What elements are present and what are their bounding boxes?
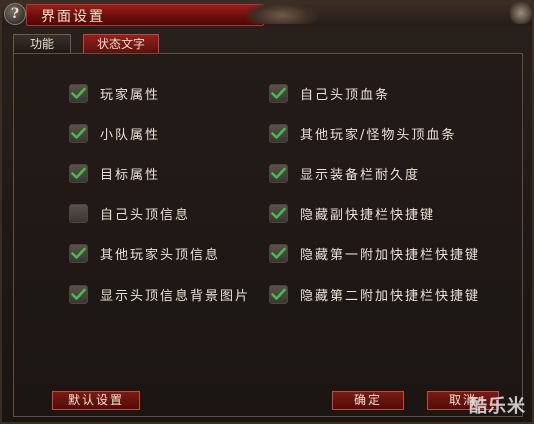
checkbox-checked[interactable]: [269, 243, 288, 263]
checkmark-icon: [71, 247, 86, 260]
option-row-right-2[interactable]: 其他玩家/怪物头顶血条: [269, 122, 456, 144]
option-label: 显示装备栏耐久度: [300, 167, 421, 183]
checkmark-icon: [271, 127, 286, 140]
tab-status-text[interactable]: 状态文字: [83, 34, 159, 53]
title-bar[interactable]: ? 界面设置: [2, 2, 532, 26]
checkmark-icon: [71, 87, 86, 100]
option-label: 目标属性: [100, 167, 161, 183]
tab-function[interactable]: 功能: [13, 34, 71, 53]
option-label: 玩家属性: [100, 87, 161, 103]
checkbox-checked[interactable]: [69, 284, 88, 304]
checkmark-icon: [271, 288, 286, 301]
checkbox-checked[interactable]: [69, 243, 88, 263]
checkbox-checked[interactable]: [269, 163, 288, 183]
option-label: 小队属性: [100, 127, 161, 143]
help-icon[interactable]: ?: [4, 3, 26, 25]
option-label: 其他玩家/怪物头顶血条: [300, 127, 457, 143]
checkbox-checked[interactable]: [69, 163, 88, 183]
option-label: 隐藏第一附加快捷栏快捷键: [300, 247, 481, 263]
checkmark-icon: [271, 167, 286, 180]
checkbox-checked[interactable]: [269, 284, 288, 304]
checkbox-checked[interactable]: [269, 123, 288, 143]
option-label: 自己头顶血条: [300, 87, 391, 103]
option-row-left-1[interactable]: 玩家属性: [69, 82, 160, 104]
option-row-right-1[interactable]: 自己头顶血条: [269, 82, 390, 104]
checkmark-icon: [271, 247, 286, 260]
option-label: 隐藏副快捷栏快捷键: [300, 207, 436, 223]
checkbox-checked[interactable]: [269, 83, 288, 103]
dragon-ornament-icon: [247, 2, 317, 24]
option-row-right-6[interactable]: 隐藏第二附加快捷栏快捷键: [269, 283, 480, 305]
option-row-left-5[interactable]: 其他玩家头顶信息: [69, 242, 220, 264]
checkbox-checked[interactable]: [69, 123, 88, 143]
title-plate: 界面设置: [26, 4, 264, 26]
corner-ornament-icon: [510, 2, 532, 24]
checkmark-icon: [271, 207, 286, 220]
option-row-right-4[interactable]: 隐藏副快捷栏快捷键: [269, 202, 435, 224]
option-row-right-5[interactable]: 隐藏第一附加快捷栏快捷键: [269, 242, 480, 264]
checkmark-icon: [71, 167, 86, 180]
interface-settings-window: ? 界面设置 功能 状态文字 玩家属性小队属性目标属性自己头顶信息其他玩家头顶信…: [0, 0, 534, 424]
option-row-left-6[interactable]: 显示头顶信息背景图片: [69, 283, 250, 305]
checkmark-icon: [71, 288, 86, 301]
options-panel: [13, 53, 523, 417]
checkbox-checked[interactable]: [69, 83, 88, 103]
option-label: 其他玩家头顶信息: [100, 247, 221, 263]
checkmark-icon: [71, 127, 86, 140]
option-row-right-3[interactable]: 显示装备栏耐久度: [269, 162, 420, 184]
option-row-left-4[interactable]: 自己头顶信息: [69, 202, 190, 224]
ok-button[interactable]: 确定: [332, 391, 404, 410]
option-row-left-3[interactable]: 目标属性: [69, 162, 160, 184]
watermark-text: 酷乐米: [469, 396, 526, 417]
default-settings-button[interactable]: 默认设置: [52, 391, 140, 410]
checkbox-checked[interactable]: [269, 203, 288, 223]
checkmark-icon: [271, 87, 286, 100]
window-title: 界面设置: [41, 9, 105, 25]
option-label: 自己头顶信息: [100, 207, 191, 223]
checkbox-unchecked[interactable]: [69, 203, 88, 223]
option-label: 隐藏第二附加快捷栏快捷键: [300, 288, 481, 304]
option-row-left-2[interactable]: 小队属性: [69, 122, 160, 144]
option-label: 显示头顶信息背景图片: [100, 288, 251, 304]
